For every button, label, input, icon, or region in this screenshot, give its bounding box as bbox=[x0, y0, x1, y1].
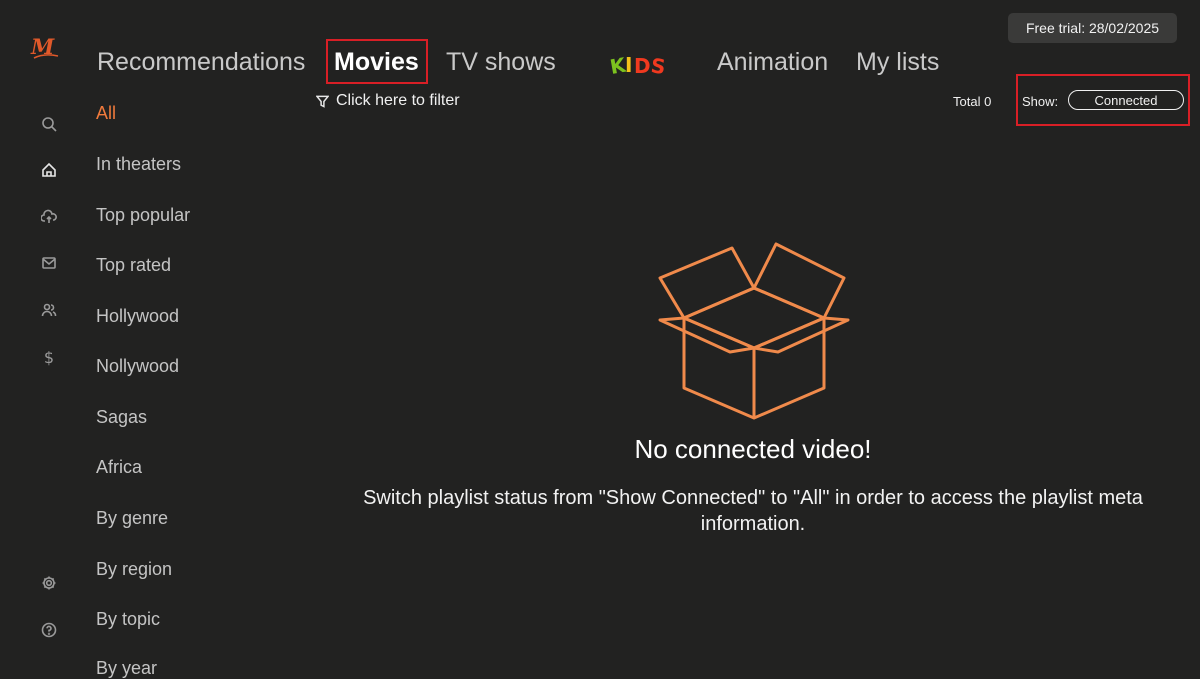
movies-tab-highlight bbox=[326, 39, 428, 84]
tab-my-lists[interactable]: My lists bbox=[856, 48, 939, 77]
filter-label: Click here to filter bbox=[336, 92, 460, 109]
filter-button[interactable]: Click here to filter bbox=[316, 92, 460, 110]
tab-recommendations[interactable]: Recommendations bbox=[97, 48, 305, 77]
home-icon[interactable] bbox=[36, 157, 62, 183]
category-in-theaters[interactable]: In theaters bbox=[96, 154, 181, 175]
category-sagas[interactable]: Sagas bbox=[96, 407, 147, 428]
help-icon[interactable] bbox=[36, 617, 62, 643]
show-toggle-highlight bbox=[1016, 74, 1190, 126]
category-africa[interactable]: Africa bbox=[96, 457, 142, 478]
svg-text:D: D bbox=[634, 54, 651, 78]
total-count: Total 0 bbox=[953, 94, 992, 109]
dollar-icon[interactable]: $ bbox=[36, 344, 62, 370]
svg-text:S: S bbox=[649, 53, 667, 78]
cloud-upload-icon[interactable] bbox=[36, 204, 62, 230]
filter-icon bbox=[316, 95, 329, 108]
category-hollywood[interactable]: Hollywood bbox=[96, 306, 179, 327]
open-box-icon bbox=[658, 242, 850, 420]
free-trial-badge[interactable]: Free trial: 28/02/2025 bbox=[1008, 13, 1177, 43]
category-top-popular[interactable]: Top popular bbox=[96, 205, 190, 226]
tab-animation[interactable]: Animation bbox=[717, 48, 828, 77]
empty-state-title: No connected video! bbox=[634, 434, 872, 464]
app-logo[interactable]: M bbox=[28, 34, 62, 62]
settings-icon[interactable] bbox=[36, 570, 62, 596]
category-by-year[interactable]: By year bbox=[96, 658, 157, 679]
category-top-rated[interactable]: Top rated bbox=[96, 255, 171, 276]
category-by-topic[interactable]: By topic bbox=[96, 609, 160, 630]
mail-icon[interactable] bbox=[36, 250, 62, 276]
svg-text:I: I bbox=[625, 53, 632, 77]
tab-tv-shows[interactable]: TV shows bbox=[446, 48, 556, 77]
category-all[interactable]: All bbox=[96, 103, 116, 124]
category-by-genre[interactable]: By genre bbox=[96, 508, 168, 529]
tab-kids-logo[interactable]: K I D S bbox=[609, 52, 669, 78]
users-icon[interactable] bbox=[36, 297, 62, 323]
search-icon[interactable] bbox=[36, 111, 62, 137]
empty-state-description: Switch playlist status from "Show Connec… bbox=[363, 487, 1143, 535]
category-by-region[interactable]: By region bbox=[96, 559, 172, 580]
category-nollywood[interactable]: Nollywood bbox=[96, 356, 179, 377]
